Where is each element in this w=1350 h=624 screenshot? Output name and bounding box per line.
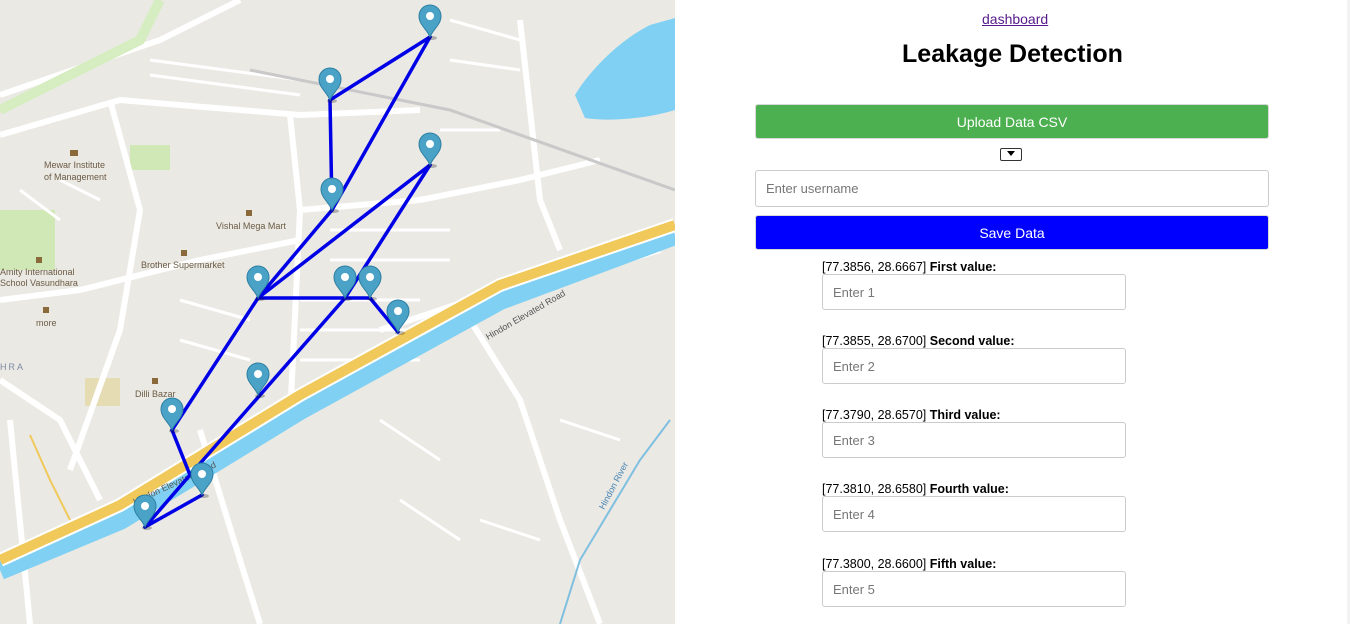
field-label-2: [77.3855, 28.6700] Second value: — [822, 334, 1015, 348]
park-area — [130, 145, 170, 170]
save-data-button[interactable]: Save Data — [755, 215, 1269, 250]
username-input[interactable] — [755, 170, 1269, 207]
value-input-1[interactable] — [822, 274, 1126, 310]
field-name: Fourth value: — [929, 482, 1009, 496]
shop-icon — [43, 307, 49, 313]
value-input-2[interactable] — [822, 348, 1126, 384]
map-pin-icon[interactable] — [358, 265, 382, 301]
field-label-5: [77.3800, 28.6600] Fifth value: — [822, 557, 996, 571]
map-pin-icon[interactable] — [246, 265, 270, 301]
map-label: Amity International — [0, 267, 75, 277]
map-pin-icon[interactable] — [418, 132, 442, 168]
dashboard-link[interactable]: dashboard — [982, 11, 1048, 27]
map-pin-icon[interactable] — [318, 67, 342, 103]
shop-icon — [181, 250, 187, 256]
field-label-4: [77.3810, 28.6580] Fourth value: — [822, 482, 1009, 496]
map-pin-icon[interactable] — [418, 4, 442, 40]
page-title: Leakage Detection — [902, 40, 1123, 68]
map-label: Brother Supermarket — [141, 260, 225, 270]
map-pin-icon[interactable] — [246, 362, 270, 398]
map-label: Mewar Institute — [44, 160, 105, 170]
field-coords: [77.3790, 28.6570] — [822, 408, 927, 422]
map-label: of Management — [44, 172, 107, 182]
school-icon — [70, 150, 78, 156]
school-icon — [36, 257, 42, 263]
map-pin-icon[interactable] — [333, 265, 357, 301]
field-coords: [77.3810, 28.6580] — [822, 482, 927, 496]
data-select-dropdown[interactable] — [1000, 148, 1022, 161]
field-name: First value: — [929, 260, 997, 274]
leakage-detection-page: Mewar Institute of Management Vishal Meg… — [0, 0, 1350, 624]
lake — [575, 18, 675, 120]
field-coords: [77.3855, 28.6700] — [822, 334, 927, 348]
value-input-4[interactable] — [822, 496, 1126, 532]
map-label: HRA — [0, 362, 25, 372]
field-coords: [77.3856, 28.6667] — [822, 260, 927, 274]
upload-csv-button[interactable]: Upload Data CSV — [755, 104, 1269, 139]
field-coords: [77.3800, 28.6600] — [822, 557, 927, 571]
field-label-1: [77.3856, 28.6667] First value: — [822, 260, 996, 274]
pipeline-network — [143, 35, 432, 529]
shop-icon — [152, 378, 158, 384]
field-name: Second value: — [929, 334, 1015, 348]
map-label: Vishal Mega Mart — [216, 221, 286, 231]
control-panel: dashboard Leakage Detection Upload Data … — [675, 0, 1350, 624]
map-view[interactable]: Mewar Institute of Management Vishal Meg… — [0, 0, 675, 624]
map-pin-icon[interactable] — [133, 494, 157, 530]
map-canvas[interactable]: Mewar Institute of Management Vishal Meg… — [0, 0, 675, 624]
shop-icon — [246, 210, 252, 216]
value-input-5[interactable] — [822, 571, 1126, 607]
map-pin-icon[interactable] — [160, 397, 184, 433]
park-strip — [0, 0, 165, 115]
map-label: more — [36, 318, 57, 328]
park-area — [0, 210, 55, 270]
hindon-river — [559, 419, 671, 624]
field-label-3: [77.3790, 28.6570] Third value: — [822, 408, 1001, 422]
field-name: Third value: — [929, 408, 1001, 422]
value-input-3[interactable] — [822, 422, 1126, 458]
field-name: Fifth value: — [929, 557, 997, 571]
map-label: Dilli Bazar — [135, 389, 176, 399]
map-pin-icon[interactable] — [190, 462, 214, 498]
map-label: School Vasundhara — [0, 278, 78, 288]
